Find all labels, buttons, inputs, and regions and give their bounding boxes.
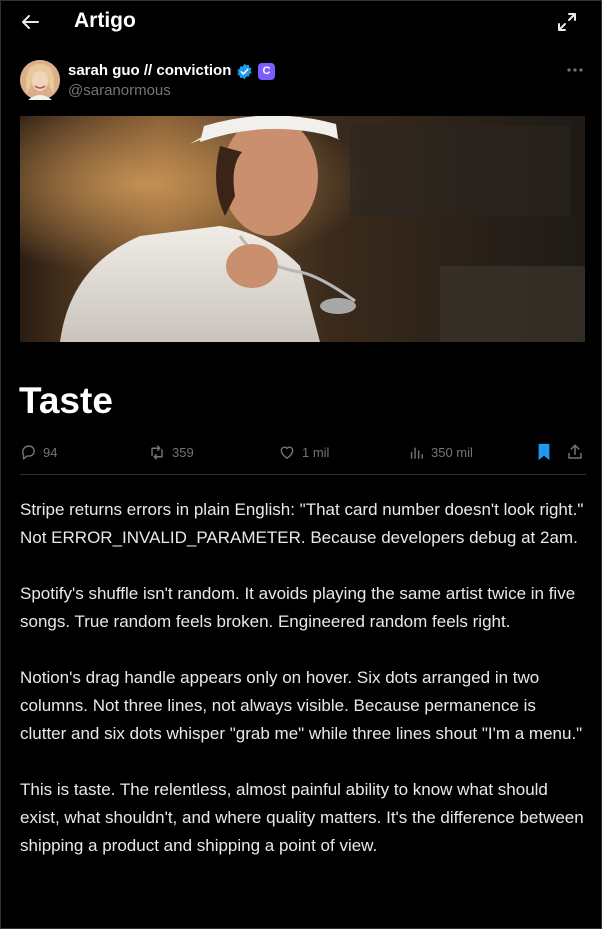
share-icon xyxy=(568,444,582,459)
article-paragraph: Notion's drag handle appears only on hov… xyxy=(20,668,583,743)
affiliate-badge: C xyxy=(258,63,275,80)
page-title: Artigo xyxy=(74,9,136,32)
hero-image[interactable] xyxy=(20,116,585,342)
article-paragraph: Spotify's shuffle isn't random. It avoid… xyxy=(20,584,576,631)
verified-badge-icon xyxy=(236,63,253,80)
repost-icon xyxy=(151,444,163,460)
article-title: Taste xyxy=(19,380,113,421)
author-row: sarah guo // conviction C @saranormous xyxy=(20,60,586,104)
avatar[interactable] xyxy=(20,60,60,100)
reply-button[interactable]: 94 xyxy=(20,440,57,464)
share-button[interactable] xyxy=(566,440,590,464)
more-horizontal-icon[interactable] xyxy=(565,62,585,78)
reply-count: 94 xyxy=(43,444,58,460)
article-paragraph: Stripe returns errors in plain English: … xyxy=(20,500,584,547)
heart-icon xyxy=(280,446,294,459)
author-handle[interactable]: @saranormous xyxy=(68,82,171,99)
bookmark-button[interactable] xyxy=(536,440,558,464)
action-bar: 94 359 1 mil 350 mil xyxy=(20,440,586,464)
reply-icon xyxy=(22,444,35,460)
like-button[interactable]: 1 mil xyxy=(278,440,329,464)
expand-icon[interactable] xyxy=(556,11,578,33)
divider xyxy=(20,474,586,475)
like-count: 1 mil xyxy=(302,444,330,460)
back-arrow-icon[interactable] xyxy=(18,10,42,34)
article-paragraph: This is taste. The relentless, almost pa… xyxy=(20,780,584,855)
author-name[interactable]: sarah guo // conviction xyxy=(68,62,231,79)
views-count: 350 mil xyxy=(431,444,473,460)
article-body: Stripe returns errors in plain English: … xyxy=(20,496,586,888)
top-bar: Artigo xyxy=(0,0,600,44)
views-button[interactable]: 350 mil xyxy=(408,440,473,464)
repost-button[interactable]: 359 xyxy=(148,440,194,464)
bookmark-icon xyxy=(538,443,550,461)
repost-count: 359 xyxy=(172,444,194,460)
views-icon xyxy=(410,447,423,459)
